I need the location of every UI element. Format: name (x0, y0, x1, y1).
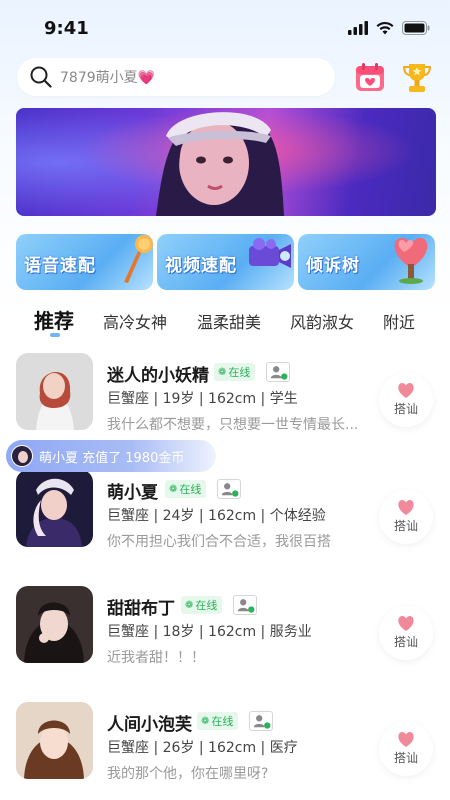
user-signature: 我什么都不想要，只想要一世专情最长... (107, 417, 359, 433)
video-match-label: 视频速配 (165, 256, 237, 276)
wifi-icon (376, 21, 394, 35)
user-signature: 近我者甜！！！ (107, 650, 205, 666)
toast-avatar (11, 445, 33, 467)
chat-button[interactable]: 搭讪 (379, 722, 433, 776)
online-badge: ❁ 在线 (214, 363, 256, 381)
tab-indicator (50, 333, 60, 337)
verified-icon (233, 595, 257, 615)
user-name: 甜甜布丁 (107, 599, 175, 619)
chat-button[interactable]: 搭讪 (379, 490, 433, 544)
video-match-card[interactable]: 视频速配 (157, 234, 294, 290)
confide-tree-card[interactable]: 倾诉树 (298, 234, 435, 290)
list-item[interactable]: 人间小泡芙 ❁ 在线 巨蟹座 | 26岁 | 162cm | 医疗 我的那个他，… (0, 702, 450, 800)
list-item[interactable]: 萌小夏 ❁ 在线 巨蟹座 | 24岁 | 162cm | 个体经验 你不用担心我… (0, 470, 450, 570)
avatar (16, 586, 93, 663)
heart-icon (398, 616, 414, 631)
toast-text: 萌小夏 充值了 1980金币 (39, 450, 185, 466)
chat-button[interactable]: 搭讪 (379, 606, 433, 660)
user-signature: 你不用担心我们合不合适，我很百搭 (107, 534, 331, 550)
user-name: 人间小泡芙 (107, 715, 192, 735)
voice-match-label: 语音速配 (24, 256, 96, 276)
user-name: 迷人的小妖精 (107, 366, 209, 386)
online-badge: ❁ 在线 (197, 712, 239, 730)
online-dot-icon: ❁ (201, 715, 210, 727)
search-icon (30, 66, 52, 88)
user-signature: 我的那个他，你在哪里呀? (107, 766, 269, 782)
user-info: 巨蟹座 | 19岁 | 162cm | 学生 (107, 391, 298, 407)
confide-tree-label: 倾诉树 (306, 256, 360, 276)
video-camera-icon (249, 238, 291, 268)
trophy-icon[interactable] (400, 61, 434, 95)
online-dot-icon: ❁ (185, 599, 194, 611)
list-item[interactable]: 迷人的小妖精 ❁ 在线 巨蟹座 | 19岁 | 162cm | 学生 我什么都不… (0, 353, 450, 453)
status-bar: 9:41 (0, 0, 450, 56)
verified-icon (217, 479, 241, 499)
user-info: 巨蟹座 | 18岁 | 162cm | 服务业 (107, 624, 312, 640)
avatar (16, 470, 93, 547)
tab-nearby[interactable]: 附近 (383, 309, 415, 333)
voice-match-card[interactable]: 语音速配 (16, 234, 153, 290)
banner[interactable] (16, 108, 436, 216)
status-time: 9:41 (44, 18, 89, 39)
heart-icon (398, 383, 414, 398)
tab-elegant-lady[interactable]: 风韵淑女 (290, 309, 354, 333)
search-placeholder: 7879萌小夏💗 (60, 70, 156, 86)
online-dot-icon: ❁ (169, 483, 178, 495)
chat-button[interactable]: 搭讪 (379, 373, 433, 427)
battery-icon (402, 21, 430, 35)
category-tabs: 推荐 高冷女神 温柔甜美 风韵淑女 附近 (0, 305, 450, 341)
online-badge: ❁ 在线 (165, 480, 207, 498)
tab-cool-goddess[interactable]: 高冷女神 (103, 309, 167, 333)
search-input[interactable]: 7879萌小夏💗 (17, 58, 335, 96)
avatar (16, 702, 93, 779)
user-info: 巨蟹座 | 24岁 | 162cm | 个体经验 (107, 508, 326, 524)
user-info: 巨蟹座 | 26岁 | 162cm | 医疗 (107, 740, 298, 756)
calendar-icon[interactable] (354, 61, 386, 93)
recharge-toast: 萌小夏 充值了 1980金币 (6, 440, 216, 472)
heart-icon (398, 500, 414, 515)
status-icons (348, 21, 430, 35)
signal-icon (348, 21, 368, 35)
online-badge: ❁ 在线 (181, 596, 223, 614)
online-dot-icon: ❁ (218, 366, 227, 378)
verified-icon (249, 711, 273, 731)
list-item[interactable]: 甜甜布丁 ❁ 在线 巨蟹座 | 18岁 | 162cm | 服务业 近我者甜！！… (0, 586, 450, 686)
microphone-icon (124, 235, 153, 283)
verified-icon (266, 362, 290, 382)
heart-tree-icon (394, 238, 428, 284)
tab-recommend[interactable]: 推荐 (34, 305, 74, 334)
tab-sweet-gentle[interactable]: 温柔甜美 (197, 309, 261, 333)
banner-photo (16, 108, 436, 216)
user-name: 萌小夏 (107, 483, 158, 503)
avatar (16, 353, 93, 430)
heart-icon (398, 732, 414, 747)
